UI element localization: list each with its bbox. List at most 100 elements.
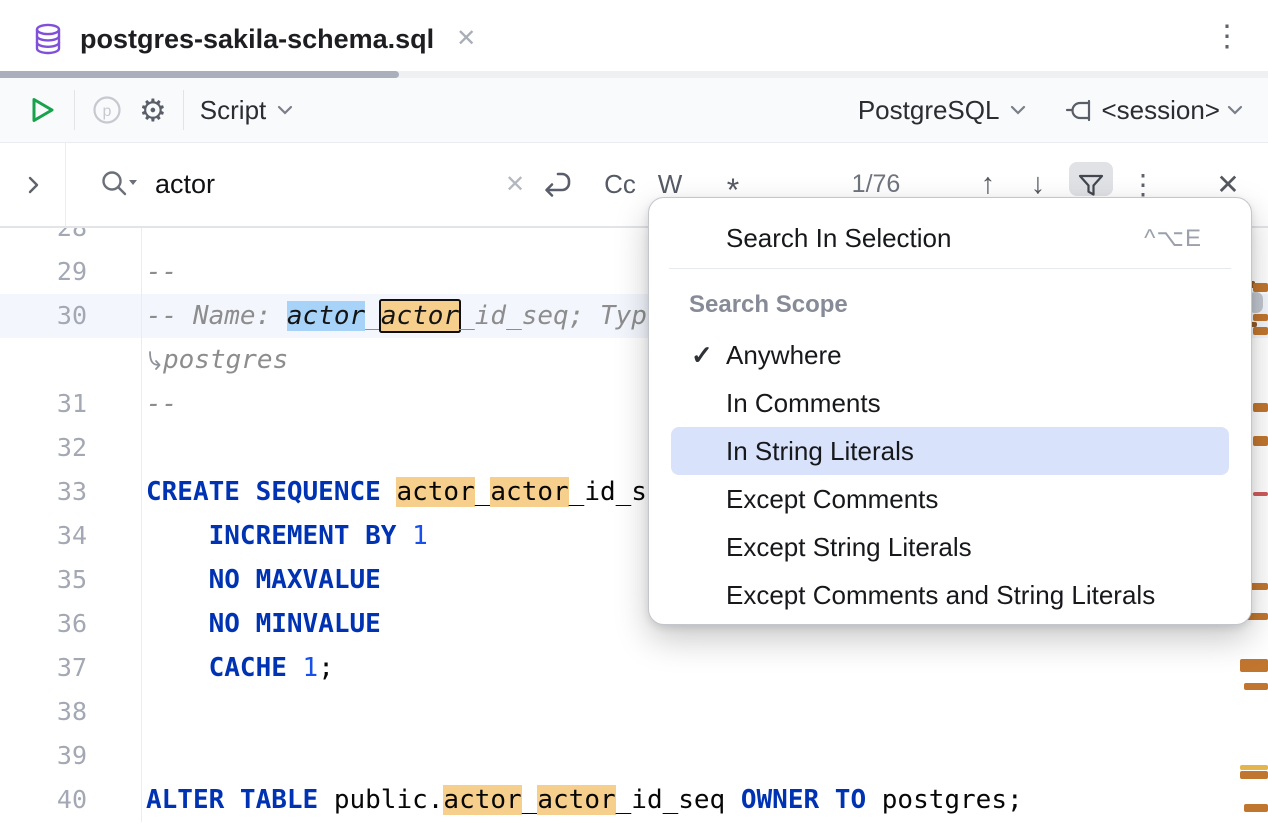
- stripe-marker[interactable]: [1253, 436, 1268, 446]
- code-segment: _id_seq: [616, 785, 741, 815]
- code-segment: -- Name:: [146, 301, 287, 331]
- search-match-highlight: actor: [287, 301, 365, 331]
- stripe-marker[interactable]: [1240, 765, 1268, 770]
- menu-item-label: Except Comments and String Literals: [726, 580, 1155, 611]
- code-line[interactable]: CREATE SEQUENCE actor_actor_id_seq: [142, 470, 678, 514]
- stripe-marker[interactable]: [1253, 327, 1268, 335]
- code-line[interactable]: --: [142, 250, 177, 294]
- editor-row: 39: [0, 734, 1268, 778]
- code-line[interactable]: [142, 426, 146, 470]
- code-line[interactable]: postgres: [142, 338, 288, 382]
- code-line[interactable]: NO MINVALUE: [142, 602, 381, 646]
- stripe-marker[interactable]: [1240, 771, 1268, 779]
- menu-item-label: In Comments: [726, 388, 881, 419]
- code-segment: INCREMENT BY: [209, 521, 413, 551]
- expand-replace-toggle[interactable]: [0, 143, 66, 226]
- stripe-marker[interactable]: [1253, 314, 1268, 321]
- stripe-marker[interactable]: [1244, 683, 1268, 690]
- stripe-marker[interactable]: [1253, 283, 1268, 292]
- match-case-toggle[interactable]: Cc: [604, 143, 636, 226]
- dialect-dropdown[interactable]: PostgreSQL: [854, 95, 1032, 126]
- code-segment: --: [146, 389, 177, 419]
- menu-item-except-comments-and-string-literals[interactable]: Except Comments and String Literals: [649, 571, 1251, 619]
- code-segment: _: [475, 477, 491, 507]
- chevron-down-icon: [1226, 103, 1244, 117]
- editor-tab-bar: postgres-sakila-schema.sql ✕ ⋮: [0, 0, 1268, 78]
- toolbar-separator: [183, 90, 184, 130]
- session-dropdown[interactable]: <session>: [1061, 95, 1248, 126]
- search-match-highlight: actor: [381, 301, 459, 331]
- menu-item-label: Anywhere: [726, 340, 842, 371]
- menu-item-except-comments[interactable]: Except Comments: [649, 475, 1251, 523]
- search-history-button[interactable]: [96, 167, 140, 203]
- code-segment: postgres: [163, 345, 288, 375]
- line-number: 38: [0, 690, 142, 734]
- menu-item-search-in-selection[interactable]: Search In Selection ^⌥E: [649, 214, 1251, 262]
- editor-row: 40ALTER TABLE public.actor_actor_id_seq …: [0, 778, 1268, 822]
- code-line[interactable]: [142, 734, 146, 778]
- code-line[interactable]: NO MAXVALUE: [142, 558, 381, 602]
- code-line[interactable]: CACHE 1;: [142, 646, 334, 690]
- line-number: 39: [0, 734, 142, 778]
- code-segment: [146, 653, 209, 683]
- stripe-marker[interactable]: [1253, 403, 1268, 412]
- settings-button[interactable]: ⚙: [135, 95, 171, 126]
- menu-item-label: Search In Selection: [726, 223, 1144, 254]
- code-segment: [146, 521, 209, 551]
- editor-row: 38: [0, 690, 1268, 734]
- line-number: 33: [0, 470, 142, 514]
- code-segment: public.: [334, 785, 444, 815]
- clear-search-icon[interactable]: ✕: [505, 143, 525, 226]
- menu-item-in-comments[interactable]: In Comments: [649, 379, 1251, 427]
- chevron-down-icon: [1009, 103, 1027, 117]
- line-number: 29: [0, 250, 142, 294]
- search-input[interactable]: actor: [155, 143, 215, 226]
- code-segment: _: [522, 785, 538, 815]
- line-number: 35: [0, 558, 142, 602]
- profile-button[interactable]: p: [87, 94, 127, 126]
- menu-item-label: Except Comments: [726, 484, 938, 515]
- run-toolbar: p ⚙ Script PostgreSQL: [0, 78, 1268, 143]
- new-line-icon[interactable]: [541, 143, 575, 226]
- code-segment: [146, 609, 209, 639]
- code-segment: postgres;: [882, 785, 1023, 815]
- line-number: 31: [0, 382, 142, 426]
- search-scope-header: Search Scope: [649, 285, 1251, 325]
- code-segment: ;: [318, 653, 334, 683]
- code-line[interactable]: INCREMENT BY 1: [142, 514, 428, 558]
- code-line[interactable]: [142, 227, 146, 250]
- code-segment: _: [365, 301, 381, 331]
- search-match-highlight: actor: [443, 785, 521, 815]
- search-match-highlight: actor: [537, 785, 615, 815]
- popup-divider: [669, 268, 1231, 269]
- stripe-marker[interactable]: [1244, 804, 1268, 812]
- code-line[interactable]: ALTER TABLE public.actor_actor_id_seq OW…: [142, 778, 1023, 822]
- tab-close-icon[interactable]: ✕: [456, 27, 476, 51]
- code-segment: [146, 565, 209, 595]
- line-number: [0, 338, 142, 382]
- menu-item-in-string-literals[interactable]: In String Literals: [671, 427, 1229, 475]
- run-button[interactable]: [22, 94, 62, 126]
- tab-options-kebab-icon[interactable]: ⋮: [1212, 22, 1242, 52]
- tab-postgres-sakila-schema[interactable]: postgres-sakila-schema.sql ✕: [30, 21, 476, 57]
- menu-item-label: In String Literals: [726, 436, 914, 467]
- menu-item-except-string-literals[interactable]: Except String Literals: [649, 523, 1251, 571]
- search-match-highlight: actor: [490, 477, 568, 507]
- script-dropdown[interactable]: Script: [196, 95, 298, 126]
- search-scope-popup: Search In Selection ^⌥E Search Scope ✓An…: [648, 197, 1252, 625]
- chevron-down-icon: [276, 103, 294, 117]
- line-number: 30: [0, 294, 142, 338]
- gear-icon: ⚙: [139, 95, 167, 126]
- stripe-marker[interactable]: [1240, 659, 1268, 672]
- code-line[interactable]: --: [142, 382, 177, 426]
- session-label: <session>: [1101, 95, 1220, 126]
- dialect-label: PostgreSQL: [858, 95, 1000, 126]
- stripe-marker[interactable]: [1253, 492, 1268, 496]
- search-match-highlight: actor: [396, 477, 474, 507]
- code-segment: NO MAXVALUE: [209, 565, 381, 595]
- code-line[interactable]: [142, 690, 146, 734]
- menu-item-anywhere[interactable]: ✓Anywhere: [649, 331, 1251, 379]
- menu-item-label: Except String Literals: [726, 532, 972, 563]
- toolbar-separator: [74, 90, 75, 130]
- database-icon: [30, 21, 66, 57]
